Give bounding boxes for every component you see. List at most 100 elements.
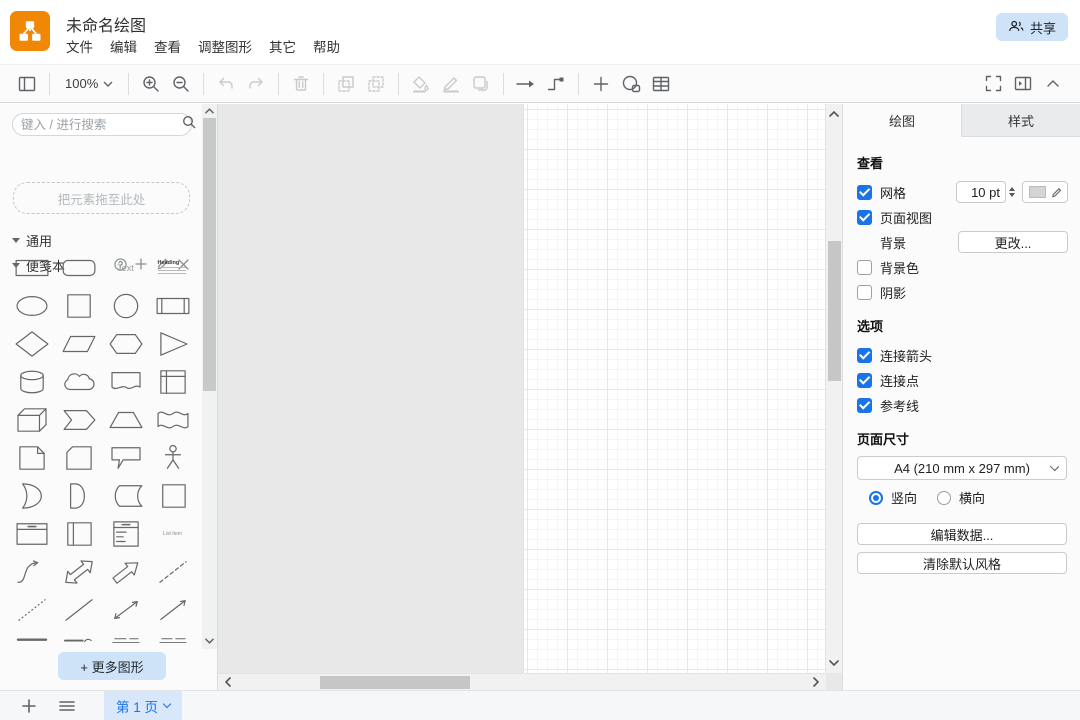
menu-arrange[interactable]: 调整图形	[198, 38, 252, 58]
menu-view[interactable]: 查看	[154, 38, 181, 58]
redo-icon[interactable]	[241, 70, 271, 98]
shape-or[interactable]	[8, 477, 55, 515]
shadow-checkbox[interactable]	[857, 285, 872, 300]
shape-cylinder[interactable]	[8, 363, 55, 401]
shape-actor[interactable]	[149, 439, 196, 477]
scroll-left-icon[interactable]	[220, 674, 236, 690]
menu-file[interactable]: 文件	[66, 38, 93, 58]
shape-rectangle[interactable]	[8, 249, 55, 287]
shape-list[interactable]	[102, 515, 149, 553]
shape-process[interactable]	[149, 287, 196, 325]
guides-checkbox[interactable]	[857, 398, 872, 413]
shape-ellipse[interactable]	[8, 287, 55, 325]
shape-search[interactable]	[12, 113, 192, 136]
tab-diagram[interactable]: 绘图	[843, 104, 962, 137]
shape-arrow[interactable]	[102, 553, 149, 591]
share-button[interactable]: 共享	[996, 13, 1068, 41]
grid-color-button[interactable]	[1022, 181, 1068, 203]
shape-hexagon[interactable]	[102, 325, 149, 363]
delete-icon[interactable]	[286, 70, 316, 98]
zoom-dropdown[interactable]: 100%	[57, 70, 121, 98]
scroll-down-icon[interactable]	[202, 634, 217, 648]
zoom-out-icon[interactable]	[166, 70, 196, 98]
tab-style[interactable]: 样式	[962, 104, 1080, 137]
edit-data-button[interactable]: 编辑数据...	[857, 523, 1067, 545]
shape-rounded-rectangle[interactable]	[55, 249, 102, 287]
insert-plus-icon[interactable]	[586, 70, 616, 98]
sidebar-toggle-icon[interactable]	[12, 70, 42, 98]
page-size-select[interactable]: A4 (210 mm x 297 mm)	[857, 456, 1067, 480]
undo-icon[interactable]	[211, 70, 241, 98]
scroll-up-icon[interactable]	[202, 104, 217, 118]
page-tab[interactable]: 第 1 页	[104, 691, 182, 720]
shape-dotted-line[interactable]	[8, 591, 55, 629]
canvas-horizontal-scrollbar[interactable]	[218, 673, 826, 690]
grid-size-stepper[interactable]	[1009, 187, 1015, 197]
shape-bidirectional-arrow[interactable]	[55, 553, 102, 591]
connection-arrows-checkbox[interactable]	[857, 348, 872, 363]
shape-titled-container[interactable]	[8, 515, 55, 553]
shape-step[interactable]	[55, 401, 102, 439]
shape-cube[interactable]	[8, 401, 55, 439]
shadow-icon[interactable]	[466, 70, 496, 98]
scroll-up-icon[interactable]	[826, 106, 842, 122]
to-back-icon[interactable]	[361, 70, 391, 98]
sidebar-scrollbar[interactable]	[202, 104, 217, 649]
shape-trapezoid[interactable]	[102, 401, 149, 439]
shape-label-link[interactable]	[102, 629, 149, 649]
shape-cloud[interactable]	[55, 363, 102, 401]
shape-bidirectional-connector[interactable]	[102, 591, 149, 629]
line-color-icon[interactable]	[436, 70, 466, 98]
shape-card[interactable]	[55, 439, 102, 477]
scroll-right-icon[interactable]	[808, 674, 824, 690]
shape-link[interactable]	[55, 629, 102, 649]
shape-data-storage[interactable]	[102, 477, 149, 515]
change-background-button[interactable]: 更改...	[958, 231, 1068, 253]
shape-internal-storage[interactable]	[149, 363, 196, 401]
grid-checkbox[interactable]	[857, 185, 872, 200]
search-input[interactable]	[21, 118, 182, 132]
shape-horizontal-line[interactable]	[8, 629, 55, 649]
shape-text[interactable]: Text	[102, 249, 149, 287]
canvas[interactable]	[218, 104, 843, 690]
drawing-page[interactable]	[523, 104, 826, 673]
sidebar-scroll-thumb[interactable]	[203, 118, 216, 391]
fill-color-icon[interactable]	[406, 70, 436, 98]
clear-default-style-button[interactable]: 清除默认风格	[857, 552, 1067, 574]
menu-extras[interactable]: 其它	[269, 38, 296, 58]
shape-callout[interactable]	[102, 439, 149, 477]
zoom-in-icon[interactable]	[136, 70, 166, 98]
shape-circle[interactable]	[102, 287, 149, 325]
scratchpad-dropzone[interactable]: 把元素拖至此处	[13, 182, 190, 214]
shape-textbox[interactable]: Heading	[149, 249, 196, 287]
shape-and[interactable]	[55, 477, 102, 515]
more-shapes-button[interactable]: + 更多图形	[58, 652, 166, 680]
shape-triangle[interactable]	[149, 325, 196, 363]
shape-square[interactable]	[55, 287, 102, 325]
format-panel-toggle-icon[interactable]	[1008, 70, 1038, 98]
shape-directional-connector[interactable]	[149, 591, 196, 629]
general-header[interactable]: 通用	[12, 231, 52, 250]
shape-dashed-line[interactable]	[149, 553, 196, 591]
to-front-icon[interactable]	[331, 70, 361, 98]
shape-diamond[interactable]	[8, 325, 55, 363]
canvas-vertical-scrollbar[interactable]	[825, 104, 842, 673]
grid-size-input[interactable]: 10 pt	[956, 181, 1006, 203]
portrait-radio[interactable]	[869, 491, 883, 505]
shape-note[interactable]	[8, 439, 55, 477]
connection-points-checkbox[interactable]	[857, 373, 872, 388]
shape-document[interactable]	[102, 363, 149, 401]
insert-shape-icon[interactable]	[616, 70, 646, 98]
menu-edit[interactable]: 编辑	[110, 38, 137, 58]
shape-label-link-2[interactable]	[149, 629, 196, 649]
collapse-toolbar-icon[interactable]	[1038, 70, 1068, 98]
page-view-checkbox[interactable]	[857, 210, 872, 225]
shape-curve[interactable]	[8, 553, 55, 591]
pages-menu-icon[interactable]	[52, 691, 82, 720]
scroll-down-icon[interactable]	[826, 655, 842, 671]
background-color-checkbox[interactable]	[857, 260, 872, 275]
menu-help[interactable]: 帮助	[313, 38, 340, 58]
waypoint-connector-icon[interactable]	[541, 70, 571, 98]
shape-tape[interactable]	[149, 401, 196, 439]
insert-table-icon[interactable]	[646, 70, 676, 98]
